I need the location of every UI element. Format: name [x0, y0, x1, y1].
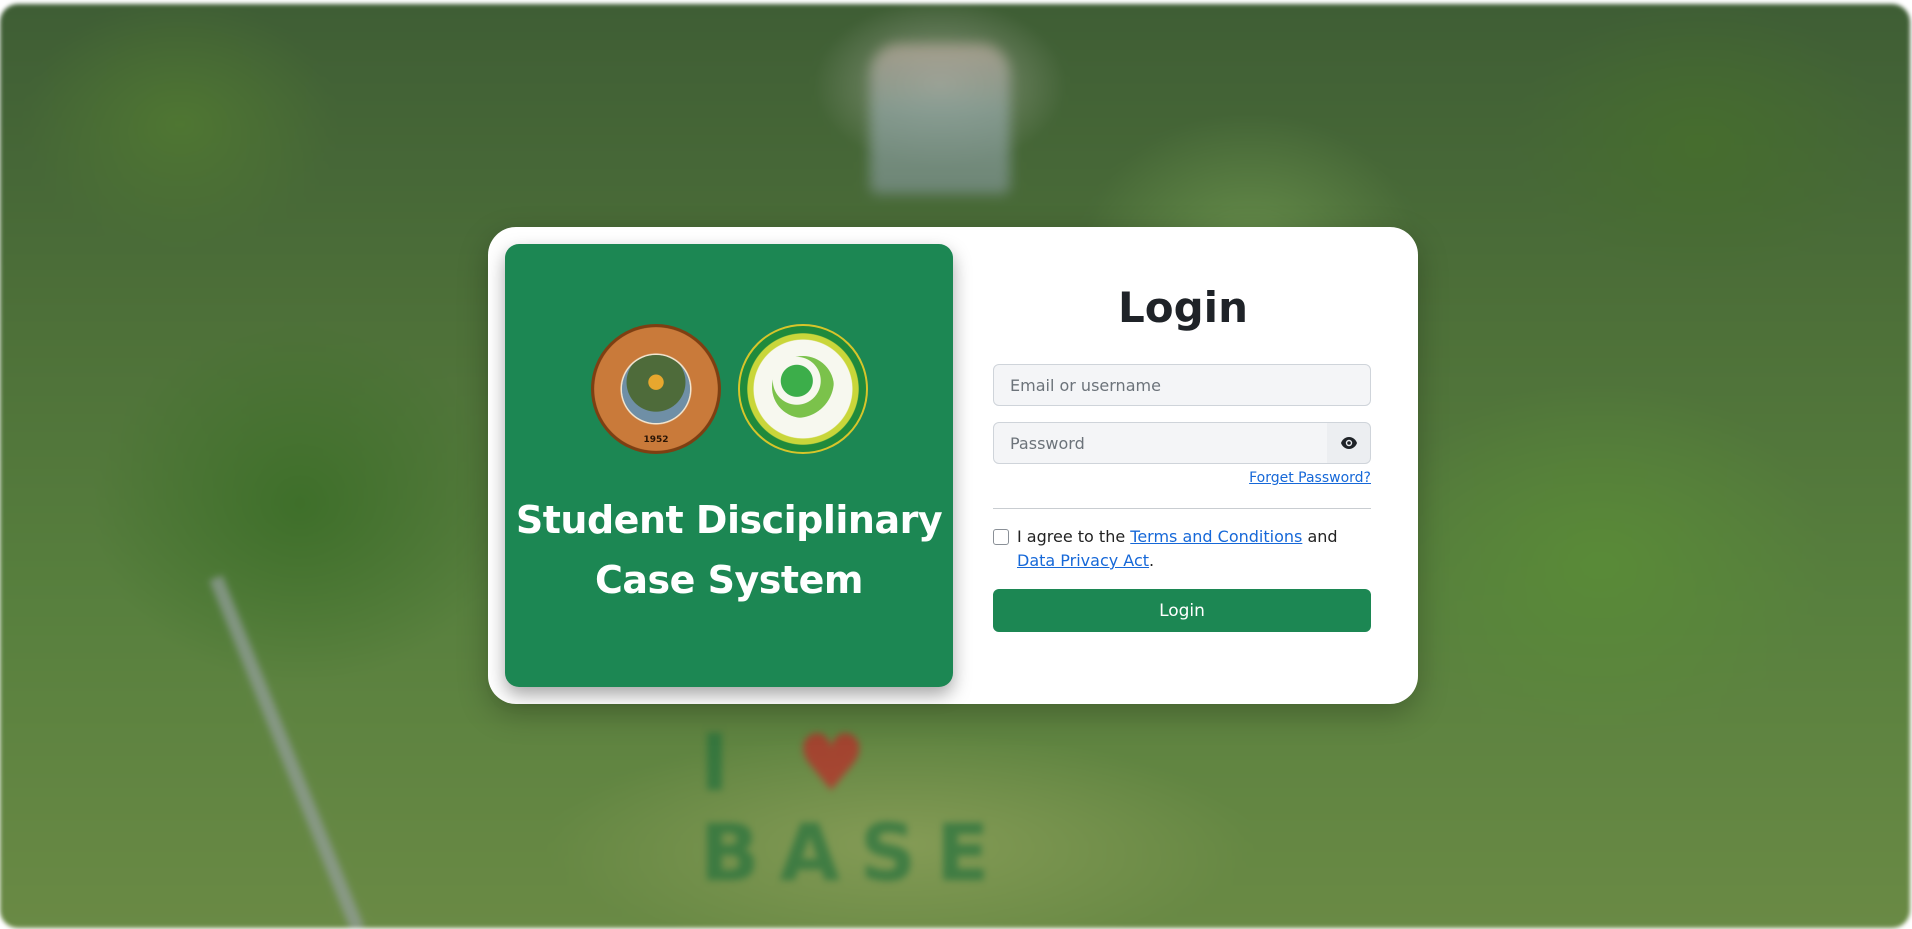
terms-and-conditions-link[interactable]: Terms and Conditions: [1130, 527, 1302, 546]
eye-icon: [1340, 437, 1357, 449]
college-seal-logo: 1952: [591, 324, 721, 454]
login-card: 1952 Student Disciplinary Case System Lo…: [488, 227, 1418, 704]
forget-password-link[interactable]: Forget Password?: [1249, 470, 1371, 486]
password-input[interactable]: [993, 422, 1328, 464]
login-button[interactable]: Login: [993, 589, 1371, 632]
agreement-text: I agree to the Terms and Conditions and …: [1017, 527, 1338, 570]
background-sign: I ♥ BASE: [700, 719, 1010, 899]
app-title: Student Disciplinary Case System: [515, 498, 943, 602]
divider: [993, 508, 1371, 509]
heart-icon: ♥: [796, 719, 887, 809]
student-affairs-logo: [738, 324, 868, 454]
college-seal-year: 1952: [643, 435, 669, 445]
background-pole: [209, 575, 365, 928]
toggle-password-button[interactable]: [1327, 422, 1371, 464]
brand-panel: 1952 Student Disciplinary Case System: [505, 244, 953, 687]
agreement-row: I agree to the Terms and Conditions and …: [993, 525, 1373, 573]
email-username-input[interactable]: [993, 364, 1371, 406]
background-building: [870, 44, 1010, 194]
agree-checkbox[interactable]: [993, 529, 1009, 545]
login-heading: Login: [1118, 283, 1248, 332]
data-privacy-act-link[interactable]: Data Privacy Act: [1017, 551, 1149, 570]
